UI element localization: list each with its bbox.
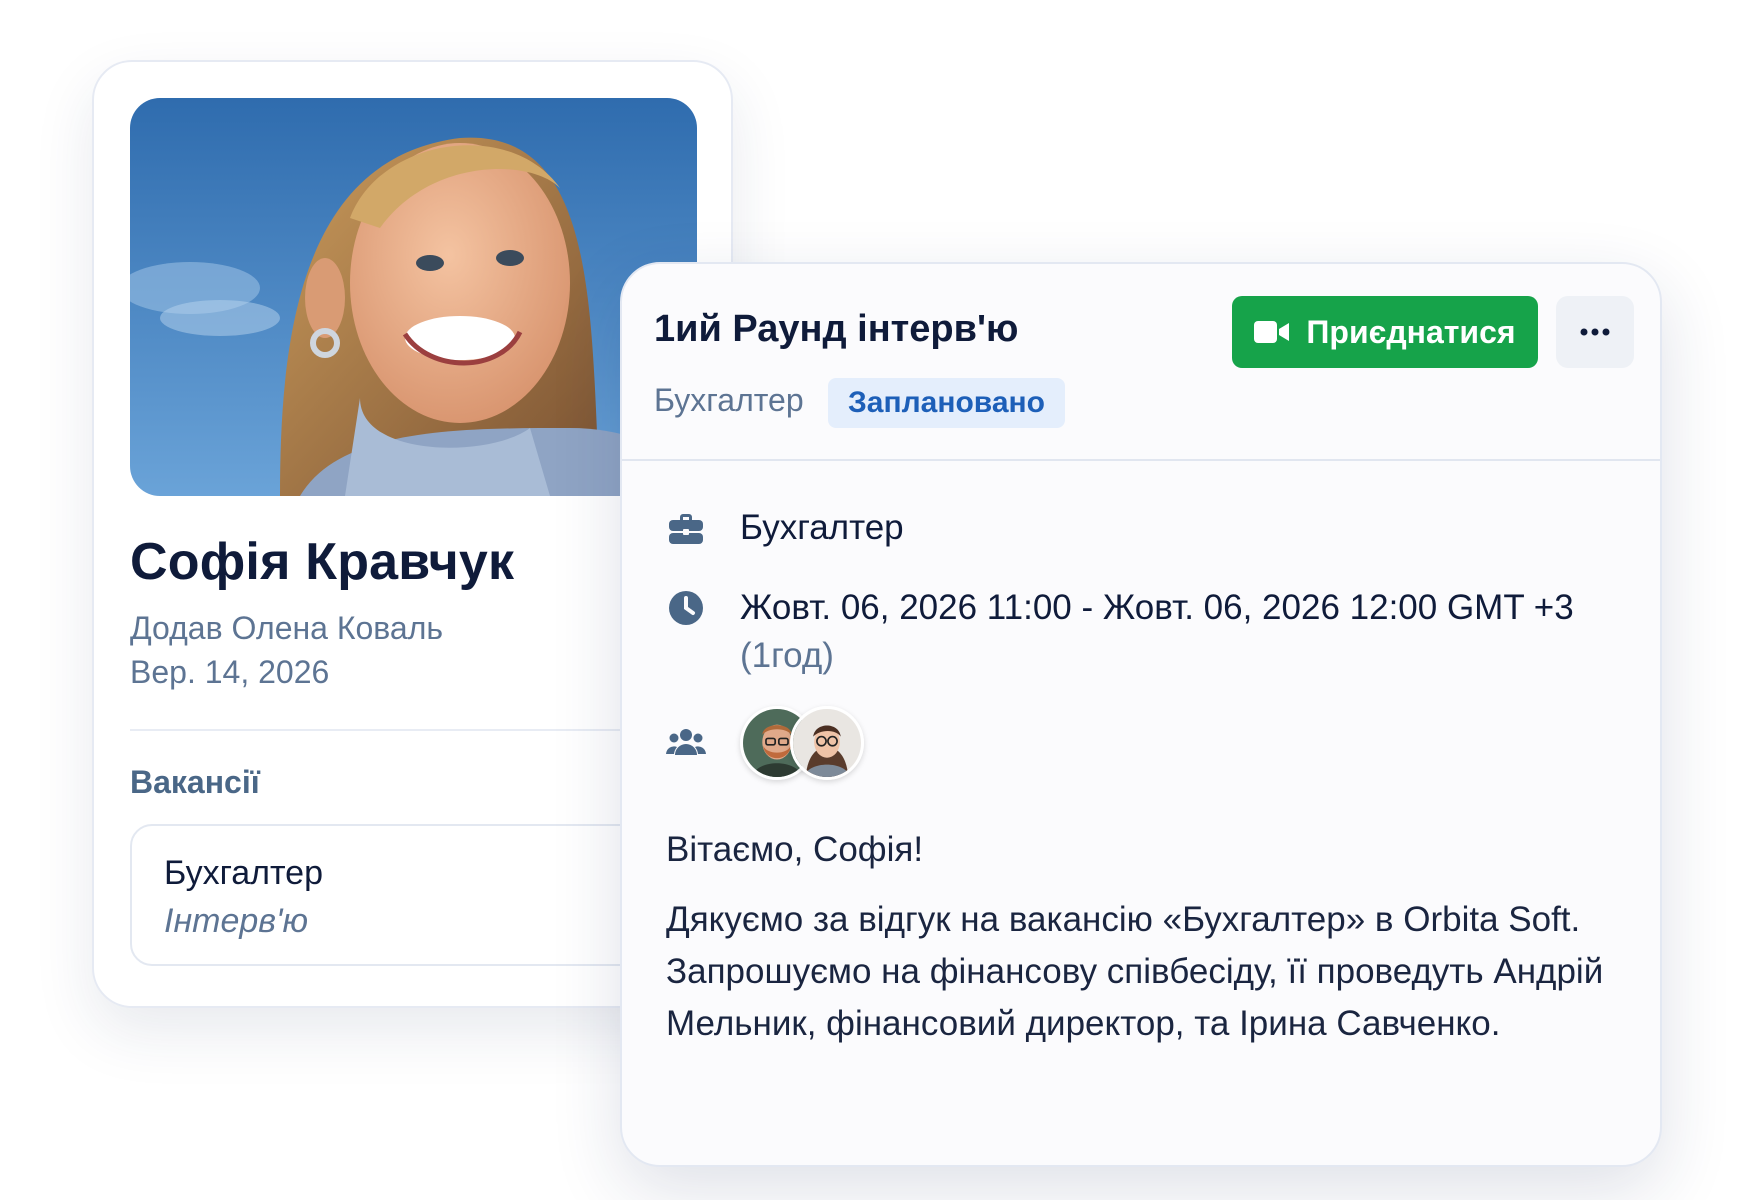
users-icon — [666, 723, 706, 763]
video-camera-icon — [1254, 321, 1290, 343]
added-date-text: Вер. 14, 2026 — [130, 654, 330, 690]
briefcase-icon — [666, 508, 706, 548]
interview-header: 1ий Раунд інтерв'ю Приєднатися Бухгалтер… — [622, 264, 1660, 461]
time-range: Жовт. 06, 2026 11:00 - Жовт. 06, 2026 12… — [740, 588, 1574, 627]
vacancies-heading: Вакансії — [130, 764, 260, 800]
stage: Софія Кравчук Додав Олена Коваль Вер. 14… — [0, 0, 1749, 1200]
clock-icon — [666, 588, 706, 628]
time-range-text: Жовт. 06, 2026 11:00 - Жовт. 06, 2026 12… — [740, 584, 1620, 680]
status-badge: Заплановано — [828, 378, 1065, 428]
join-button[interactable]: Приєднатися — [1232, 296, 1538, 368]
interview-title: 1ий Раунд інтерв'ю — [654, 308, 1019, 350]
candidate-photo — [130, 98, 697, 496]
invitation-message: Дякуємо за відгук на вакансію «Бухгалтер… — [666, 900, 1604, 1043]
more-options-button[interactable] — [1556, 296, 1634, 368]
participants-row — [666, 706, 864, 780]
position-row: Бухгалтер — [666, 504, 904, 552]
time-row: Жовт. 06, 2026 11:00 - Жовт. 06, 2026 12… — [666, 584, 1626, 680]
position-text: Бухгалтер — [740, 508, 904, 547]
vacancy-stage: Інтерв'ю — [164, 902, 309, 940]
candidate-photo-image — [130, 98, 697, 496]
added-by-text: Додав Олена Коваль — [130, 610, 444, 646]
interview-role: Бухгалтер — [654, 382, 804, 418]
candidate-name: Софія Кравчук — [130, 533, 515, 591]
avatar[interactable] — [790, 706, 864, 780]
participant-avatars — [740, 706, 864, 780]
more-horizontal-icon — [1580, 328, 1610, 336]
greeting-text: Вітаємо, Софія! — [666, 830, 924, 869]
interview-card: 1ий Раунд інтерв'ю Приєднатися Бухгалтер… — [620, 262, 1662, 1167]
join-button-label: Приєднатися — [1306, 313, 1516, 350]
vacancy-title: Бухгалтер — [164, 854, 323, 892]
duration-text: (1год) — [740, 636, 834, 675]
